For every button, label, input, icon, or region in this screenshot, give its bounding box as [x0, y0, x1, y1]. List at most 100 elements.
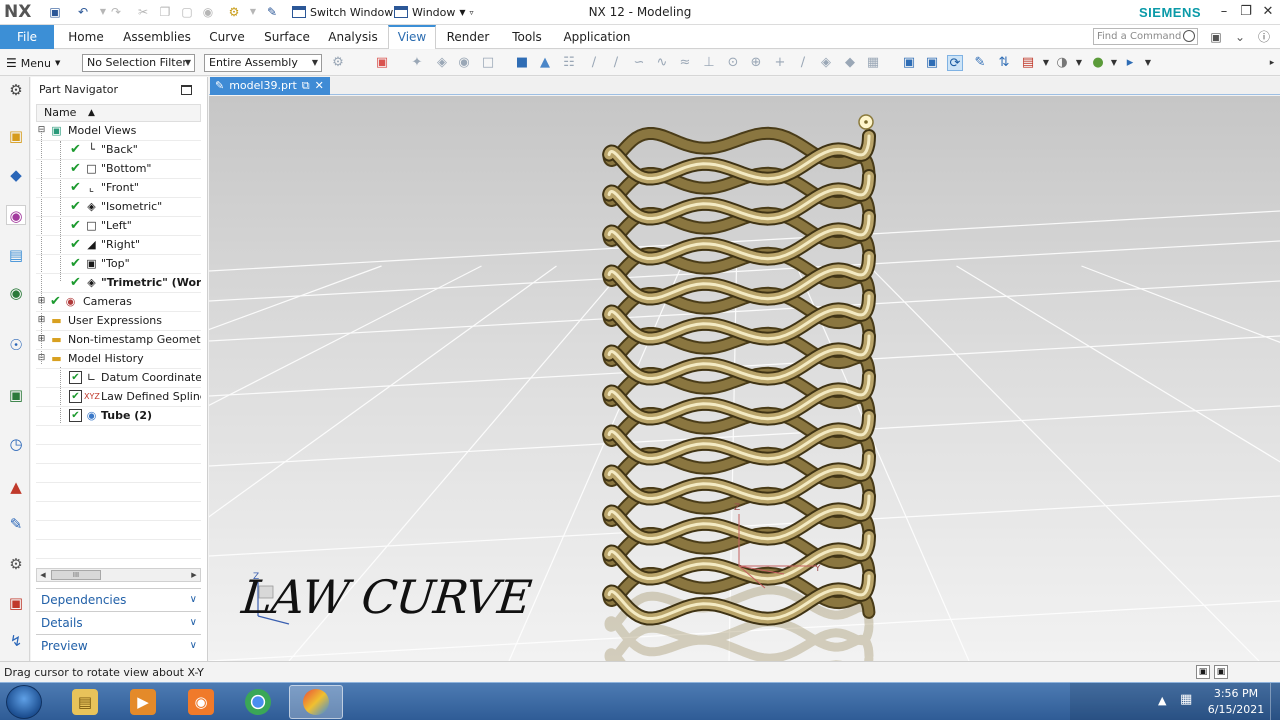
collapse-icon[interactable]: ⊟	[37, 126, 46, 135]
tree-item-view-left[interactable]: ✔ □ "Left"	[36, 217, 201, 236]
collapse-icon[interactable]: ⊟	[37, 354, 46, 363]
rectangle-select-icon[interactable]: □	[480, 55, 496, 71]
system-scenes-icon[interactable]: ↯	[6, 631, 26, 651]
expand-icon[interactable]: ⊞	[37, 316, 46, 325]
tree-item-model-history[interactable]: ⊟ ▬ Model History	[36, 350, 201, 369]
center-point-icon[interactable]: ⊙	[725, 55, 741, 71]
general-selection-icon[interactable]: ⚙	[330, 55, 346, 71]
rendering-style-icon[interactable]: ▤	[1020, 55, 1036, 71]
bounded-grid-icon[interactable]: ▦	[865, 55, 881, 71]
select-point-icon[interactable]: ✦	[409, 55, 425, 71]
visibility-checkbox[interactable]: ✔	[69, 371, 82, 384]
wave-icon[interactable]: ≈	[677, 55, 693, 71]
show-hidden-icons-icon[interactable]: ▲	[1158, 694, 1166, 707]
graphics-window[interactable]: Z Y Z LAW CURVE	[209, 96, 1280, 661]
close-button[interactable]: ✕	[1258, 3, 1278, 21]
repeat-dropdown-icon[interactable]: ▼	[245, 4, 261, 20]
selection-scope-select[interactable]: Entire Assembly ▼	[204, 54, 322, 72]
selection-bar-icon[interactable]: ▣	[1214, 665, 1228, 679]
touch-mode-icon[interactable]: ✎	[264, 4, 280, 20]
history-icon[interactable]: ◷	[6, 434, 26, 454]
taskbar-file-explorer[interactable]: ▤	[58, 685, 112, 719]
select-face-icon[interactable]: ◈	[434, 55, 450, 71]
intersect-icon[interactable]: ⊥	[701, 55, 717, 71]
visual-reporting-icon[interactable]: ◉	[6, 283, 26, 303]
reuse-library-icon[interactable]: ▤	[6, 245, 26, 265]
snap-point-icon[interactable]: ▣	[374, 55, 390, 71]
tree-item-law-defined-spline[interactable]: ✔ XYZ Law Defined Spline	[36, 388, 201, 407]
column-header-name[interactable]: Name ▲	[36, 104, 201, 122]
preview-panel[interactable]: Preview ∨	[36, 634, 201, 656]
tab-curve[interactable]: Curve	[204, 25, 250, 49]
tab-analysis[interactable]: Analysis	[324, 25, 382, 49]
face-point-icon[interactable]: ◆	[842, 55, 858, 71]
scrollbar-thumb[interactable]: III	[51, 570, 101, 580]
tree-item-view-bottom[interactable]: ✔ □ "Bottom"	[36, 160, 201, 179]
tree-item-view-right[interactable]: ✔ ◢ "Right"	[36, 236, 201, 255]
tree-item-datum-csys[interactable]: ✔ ∟ Datum Coordinate	[36, 369, 201, 388]
visibility-checkbox[interactable]: ✔	[69, 409, 82, 422]
dependencies-panel[interactable]: Dependencies ∨	[36, 588, 201, 610]
details-panel[interactable]: Details ∨	[36, 611, 201, 633]
switch-window-button[interactable]: Switch Window	[292, 3, 393, 21]
background-icon[interactable]: ●	[1090, 55, 1106, 71]
popout-icon[interactable]: ⧉	[302, 77, 310, 95]
line-icon[interactable]: ∕	[586, 55, 602, 71]
web-browser-icon[interactable]: ☉	[6, 335, 26, 355]
customize-dropdown-icon[interactable]: ▿	[470, 8, 474, 17]
tree-item-view-front[interactable]: ✔ ⌞ "Front"	[36, 179, 201, 198]
tab-home[interactable]: Home	[60, 25, 112, 49]
work-layer-icon[interactable]: ▸	[1122, 55, 1138, 71]
constraint-navigator-icon[interactable]: ◆	[6, 165, 26, 185]
tab-tools[interactable]: Tools	[503, 25, 551, 49]
tab-view[interactable]: View	[388, 25, 436, 49]
quadrant-icon[interactable]: ⊕	[748, 55, 764, 71]
expand-icon[interactable]: ⊞	[37, 335, 46, 344]
part-navigator-icon[interactable]: ◉	[6, 205, 26, 225]
help-icon[interactable]: ⓘ	[1256, 29, 1272, 45]
shaded-mode-icon[interactable]: ■	[514, 55, 530, 71]
tree-item-view-trimetric[interactable]: ✔ ◈ "Trimetric" (Worl	[36, 274, 201, 293]
paste-icon[interactable]: ▢	[179, 4, 195, 20]
snap-grid-icon[interactable]: ☷	[561, 55, 577, 71]
roles-palette-icon[interactable]: ▣	[6, 593, 26, 613]
start-button[interactable]	[6, 685, 42, 719]
chevron-down-icon[interactable]: ▼	[1106, 55, 1122, 71]
plus-point-icon[interactable]: +	[772, 55, 788, 71]
clock-time[interactable]: 3:56 PM	[1206, 687, 1266, 700]
save-icon[interactable]: ▣	[47, 4, 63, 20]
horizontal-scrollbar[interactable]: ◀ III ▶	[36, 568, 201, 582]
tree-item-model-views[interactable]: ⊟ ▣ Model Views	[36, 122, 201, 141]
network-icon[interactable]: ▦	[1180, 692, 1192, 707]
scroll-right-icon[interactable]: ▶	[188, 569, 200, 581]
assembly-navigator-icon[interactable]: ▣	[6, 126, 26, 146]
taskbar-media-player[interactable]: ▶	[116, 685, 170, 719]
tab-application[interactable]: Application	[558, 25, 636, 49]
tab-render[interactable]: Render	[440, 25, 496, 49]
pan-icon[interactable]: ✎	[972, 55, 988, 71]
select-body-icon[interactable]: ◉	[456, 55, 472, 71]
expand-icon[interactable]: ⊞	[37, 297, 46, 306]
toolbar-overflow-icon[interactable]: ▸	[1264, 55, 1280, 71]
paste-special-icon[interactable]: ◉	[200, 4, 216, 20]
tree-item-view-isometric[interactable]: ✔ ◈ "Isometric"	[36, 198, 201, 217]
tree-item-view-back[interactable]: ✔ └ "Back"	[36, 141, 201, 160]
manufacturing-wizards-icon[interactable]: ⚙	[6, 554, 26, 574]
scroll-left-icon[interactable]: ◀	[37, 569, 49, 581]
cut-icon[interactable]: ✂	[135, 4, 151, 20]
tree-item-tube[interactable]: ✔ ◉ Tube (2)	[36, 407, 201, 426]
orient-view-icon[interactable]: ⇅	[996, 55, 1012, 71]
close-icon[interactable]: ✕	[315, 77, 324, 95]
taskbar-screen-recorder[interactable]: ◉	[174, 685, 228, 719]
find-command-input[interactable]: Find a Command	[1093, 28, 1198, 45]
chevron-down-icon[interactable]: ▼	[1071, 55, 1087, 71]
fit-view-icon[interactable]: ▣	[901, 55, 917, 71]
clock-date[interactable]: 6/15/2021	[1206, 703, 1266, 716]
visibility-checkbox[interactable]: ✔	[69, 390, 82, 403]
tree-item-cameras[interactable]: ⊞ ✔ ◉ Cameras	[36, 293, 201, 312]
selection-filter-select[interactable]: No Selection Filter ▼	[82, 54, 195, 72]
surface-point-icon[interactable]: ◈	[818, 55, 834, 71]
spline-icon[interactable]: ∿	[654, 55, 670, 71]
full-screen-icon[interactable]: ▣	[1196, 665, 1210, 679]
show-desktop-button[interactable]	[1270, 683, 1280, 720]
